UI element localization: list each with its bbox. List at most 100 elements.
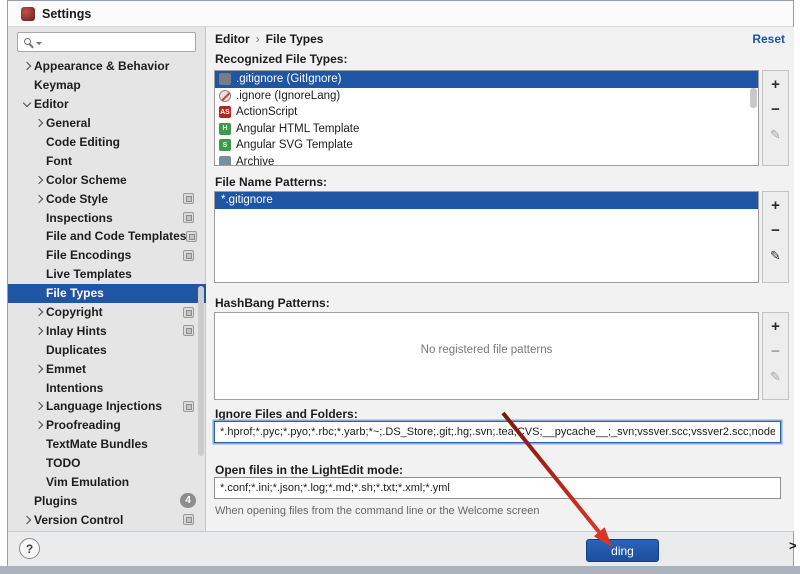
hashbang-patterns-list[interactable]: No registered file patterns [214,312,759,400]
recognized-file-types-list[interactable]: .gitignore (GitIgnore) .ignore (IgnoreLa… [214,70,759,166]
sidebar-item-label: Language Injections [46,399,163,414]
breadcrumb-file-types: File Types [265,32,324,46]
tree-arrow-slot [31,364,46,373]
actionscript-file-icon: AS [219,106,231,119]
file-type-row[interactable]: .ignore (IgnoreLang) [215,88,758,105]
sidebar-item[interactable]: Code Style [8,189,206,208]
per-project-settings-icon [183,325,194,337]
remove-hashbang-button[interactable]: − [767,343,785,360]
file-type-row[interactable]: .gitignore (GitIgnore) [215,71,758,88]
per-project-settings-icon [183,400,194,412]
file-type-name: .ignore (IgnoreLang) [236,89,341,102]
search-icon [24,38,31,45]
chevron-right-icon[interactable] [22,515,31,525]
chevron-right-icon[interactable] [34,175,43,185]
sidebar-item[interactable]: TODO [8,454,206,473]
tree-arrow-slot [19,62,34,71]
chevron-right-icon[interactable] [34,421,43,430]
sidebar-item[interactable]: Emmet [8,359,206,378]
sidebar-item[interactable]: Font [8,151,206,170]
sidebar-item[interactable]: Intentions [8,378,206,397]
help-button[interactable]: ? [19,538,40,559]
chevron-right-icon[interactable] [34,402,43,411]
breadcrumb: Editor › File Types [215,32,323,46]
sidebar-item[interactable]: Copyright [8,303,206,322]
sidebar-item[interactable]: Appearance & Behavior [8,57,206,76]
tree-arrow-slot [19,515,34,525]
sidebar-item[interactable]: File and Code Templates [8,227,206,246]
chevron-right-icon[interactable] [34,194,43,203]
settings-dialog: Settings Appearance & Behavior Keymap Ed… [7,0,794,566]
sidebar-item[interactable]: Duplicates [8,340,206,359]
file-type-row[interactable]: S Angular SVG Template [215,137,758,154]
file-type-row[interactable]: Archive [215,154,758,166]
title-bar: Settings [8,1,793,27]
chevron-down-icon[interactable] [22,98,31,107]
tree-arrow-slot [31,194,46,203]
search-input[interactable] [42,35,205,49]
edit-file-type-button[interactable]: ✎ [767,126,785,143]
sidebar-item[interactable]: File Types [8,283,206,303]
sidebar-item-label: Inspections [46,210,113,225]
breadcrumb-editor[interactable]: Editor [215,32,250,46]
sidebar-item[interactable]: Language Injections [8,397,206,416]
chevron-right-icon[interactable] [34,307,43,317]
sidebar-item[interactable]: Inspections [8,208,206,227]
lightedit-hint: When opening files from the command line… [215,505,540,517]
sidebar-item[interactable]: TextMate Bundles [8,435,206,454]
chevron-right-icon[interactable] [34,118,43,128]
ignore-files-input[interactable] [214,421,781,443]
file-name-patterns-list[interactable]: *.gitignore [214,191,759,283]
sidebar-item[interactable]: File Encodings [8,246,206,265]
chevron-right-icon[interactable] [34,364,43,373]
sidebar-item[interactable]: Vim Emulation [8,473,206,492]
edit-pattern-button[interactable]: ✎ [767,247,785,264]
add-file-type-button[interactable]: + [767,76,785,93]
file-type-icon-letter: S [222,141,228,149]
ignore-slash-mark [221,91,231,101]
sidebar-item-label: File Types [46,286,104,301]
chevron-right-icon[interactable] [34,326,43,336]
sidebar-item[interactable]: Version Control [8,510,206,529]
sidebar-item-label: File and Code Templates [46,229,187,244]
settings-sidebar: Appearance & Behavior Keymap Editor Gene… [8,27,206,531]
remove-pattern-button[interactable]: − [767,222,785,239]
patterns-list-toolbar: + − ✎ [762,191,789,283]
sidebar-item[interactable]: Inlay Hints [8,321,206,340]
add-hashbang-button[interactable]: + [767,318,785,335]
edit-hashbang-button[interactable]: ✎ [767,368,785,385]
sidebar-item[interactable]: Proofreading [8,416,206,435]
sidebar-item-label: Proofreading [46,418,121,433]
edge-chevron-artifact: > [789,538,797,553]
sidebar-item[interactable]: General [8,114,206,133]
tree-arrow-slot [31,118,46,128]
sidebar-item-label: Vim Emulation [46,475,130,490]
file-type-row[interactable]: H Angular HTML Template [215,121,758,138]
sidebar-item[interactable]: Plugins 4 [8,491,206,510]
per-project-settings-icon [183,514,194,526]
settings-search-box[interactable] [17,32,205,52]
sidebar-item[interactable]: Code Editing [8,133,206,152]
sidebar-item[interactable]: Color Scheme [8,170,206,189]
recognized-list-scrollbar-thumb[interactable] [750,88,757,108]
per-project-settings-icon [183,249,194,261]
sidebar-item[interactable]: Live Templates [8,265,206,284]
sidebar-item[interactable]: Keymap [8,76,206,95]
sidebar-item-label: Duplicates [46,342,107,357]
reset-link[interactable]: Reset [752,32,785,46]
sidebar-item-label: Appearance & Behavior [34,59,170,74]
ok-button[interactable]: ding [586,539,659,562]
per-project-settings-icon [183,212,194,224]
pattern-row[interactable]: *.gitignore [215,192,758,209]
file-type-row[interactable]: AS ActionScript [215,104,758,121]
chevron-right-icon[interactable] [22,62,31,71]
sidebar-item-label: Keymap [34,78,81,93]
sidebar-item-label: TextMate Bundles [46,437,148,452]
sidebar-item-label: Version Control [34,512,124,527]
remove-file-type-button[interactable]: − [767,101,785,118]
sidebar-scrollbar-thumb[interactable] [198,286,204,456]
add-pattern-button[interactable]: + [767,197,785,214]
file-type-name: Archive [236,155,275,166]
lightedit-input[interactable] [214,477,781,499]
sidebar-item[interactable]: Editor [8,95,206,114]
